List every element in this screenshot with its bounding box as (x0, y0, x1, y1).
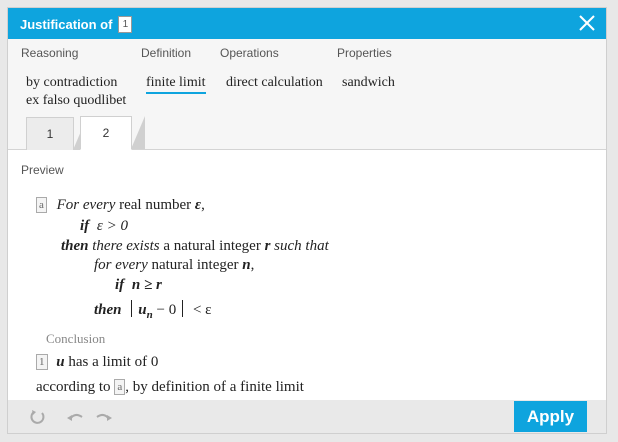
dialog-footer: Apply (8, 400, 606, 433)
conclusion-u-var: u (56, 354, 65, 370)
statement-line-6: then un − 0 < ε (94, 300, 211, 321)
such-that-text: such that (274, 238, 329, 254)
condition-epsilon-positive: ε > 0 (96, 218, 128, 234)
abs-bar-right (182, 300, 184, 317)
conclusion-ref-badge[interactable]: 1 (36, 354, 48, 370)
statement-line-2: if ε > 0 (80, 218, 128, 235)
according-prefix: according to (36, 379, 111, 395)
less-than-epsilon: < ε (192, 302, 212, 318)
minus-zero: − 0 (156, 302, 177, 318)
real-number-text: real number (119, 197, 192, 213)
apply-button[interactable]: Apply (514, 401, 587, 432)
n-subscript: n (146, 309, 153, 321)
according-ref-badge[interactable]: a (114, 379, 126, 395)
statement-line-4: for every natural integer n, (94, 257, 254, 274)
keyword-if-2: if (115, 277, 125, 293)
u-var: u (138, 302, 147, 318)
r-var: r (264, 238, 271, 254)
statement-line-5: if n ≥ r (115, 277, 162, 294)
conclusion-label: Conclusion (46, 331, 106, 346)
undo-icon[interactable] (65, 407, 85, 427)
preview-content: a For every real number ε, if ε > 0 then… (8, 8, 606, 433)
natural-integer-text-2: natural integer (151, 257, 239, 273)
n-var: n (242, 257, 251, 273)
natural-integer-text: a natural integer (163, 238, 261, 254)
reset-icon[interactable] (28, 407, 48, 427)
statement-line-1: a For every real number ε, (36, 197, 205, 214)
condition-n-ge-r: n ≥ r (131, 277, 162, 293)
according-line: according to a, by definition of a finit… (36, 379, 304, 396)
quantifier-for-every: For every (56, 197, 116, 213)
redo-icon[interactable] (94, 407, 114, 427)
comma-1: , (201, 197, 205, 213)
keyword-if: if (80, 218, 90, 234)
according-suffix: , by definition of a finite limit (125, 379, 304, 395)
keyword-then: then (61, 238, 89, 254)
quantifier-for-every-2: for every (94, 257, 148, 273)
statement-line-3: then there exists a natural integer r su… (61, 238, 329, 255)
conclusion-text: has a limit of 0 (68, 354, 159, 370)
abs-bar-left (131, 300, 133, 317)
comma-2: , (250, 257, 255, 273)
keyword-then-2: then (94, 302, 122, 318)
quantifier-there-exists: there exists (92, 238, 160, 254)
conclusion-line: 1 u has a limit of 0 (36, 354, 158, 371)
hypothesis-ref-badge[interactable]: a (36, 197, 47, 213)
justification-dialog: Justification of 1 Reasoning by contradi… (7, 7, 607, 434)
